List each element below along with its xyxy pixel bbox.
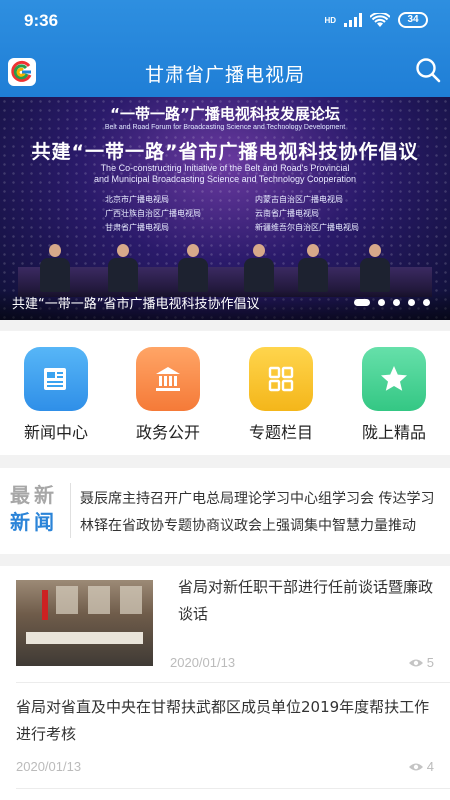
latest-news-item[interactable]: 聂辰席主持召开广电总局理论学习中心组学习会 传达学习 — [80, 488, 440, 508]
top-bar: 9:36 HD 34 甘肃省广播电视局 — [0, 0, 450, 97]
carousel-dot[interactable] — [408, 299, 415, 306]
news-views: 4 — [408, 759, 434, 774]
grid-icon — [249, 347, 313, 411]
latest-news-tag-top: 最新 — [10, 483, 58, 507]
carousel-indicator — [354, 299, 430, 306]
search-icon — [416, 58, 441, 83]
quick-link-label: 专题栏目 — [248, 423, 313, 442]
banner-headline: 共建“一带一路”省市广播电视科技协作倡议 — [31, 141, 419, 163]
signal-icon — [344, 13, 362, 27]
divider — [16, 788, 450, 789]
banner-headline-en-line: The Co-constructing Initiative of the Be… — [100, 163, 350, 173]
latest-news-item[interactable]: 林铎在省政协专题协商议政会上强调集中智慧力量推动 — [80, 515, 440, 535]
banner-carousel[interactable]: “一带一路”广播电视科技发展论坛 Belt and Road Forum for… — [0, 97, 450, 320]
wifi-icon — [370, 12, 390, 27]
org-label: 云南省广播电视局 — [255, 209, 319, 218]
person-figure — [298, 244, 328, 292]
status-time: 9:36 — [24, 11, 59, 30]
quick-link-featured-works[interactable]: 陇上精品 — [346, 347, 442, 443]
news-views: 5 — [408, 655, 434, 670]
org-label: 广西壮族自治区广播电视局 — [105, 209, 201, 218]
org-label: 内蒙古自治区广播电视局 — [255, 195, 343, 204]
quick-link-news-center[interactable]: 新闻中心 — [8, 347, 104, 443]
org-label: 甘肃省广播电视局 — [105, 223, 169, 232]
quick-link-label: 陇上精品 — [361, 423, 426, 442]
search-button[interactable] — [414, 56, 442, 84]
banner-headline-en: The Co-constructing Initiative of the Be… — [40, 163, 410, 185]
person-figure — [178, 244, 208, 292]
person-figure — [360, 244, 390, 292]
carousel-dot[interactable] — [423, 299, 430, 306]
banner-orgs-right: 内蒙古自治区广播电视局 云南省广播电视局 新疆维吾尔自治区广播电视局 — [255, 193, 359, 235]
banner-orgs-left: 北京市广播电视局 广西壮族自治区广播电视局 甘肃省广播电视局 — [105, 193, 201, 235]
person-figure — [40, 244, 70, 292]
news-view-count: 5 — [426, 655, 434, 670]
government-building-icon — [136, 347, 200, 411]
eye-icon — [408, 763, 423, 770]
news-view-count: 4 — [426, 759, 434, 774]
star-icon — [362, 347, 426, 411]
quick-link-label: 政务公开 — [135, 423, 200, 442]
eye-icon — [408, 659, 423, 666]
banner-caption: 共建“一带一路”省市广播电视科技协作倡议 — [12, 297, 260, 312]
banner-forum-title-en: Belt and Road Forum for Broadcasting Sci… — [104, 124, 346, 131]
divider — [70, 483, 71, 538]
quick-link-government-affairs[interactable]: 政务公开 — [120, 347, 216, 443]
carousel-dot[interactable] — [378, 299, 385, 306]
page-title: 甘肃省广播电视局 — [144, 64, 305, 86]
banner-forum-title: “一带一路”广播电视科技发展论坛 — [110, 105, 340, 123]
news-date: 2020/01/13 — [170, 655, 236, 670]
carousel-dot[interactable] — [393, 299, 400, 306]
org-label: 北京市广播电视局 — [105, 195, 169, 204]
divider — [16, 682, 450, 683]
news-list: 省局对新任职干部进行任前谈话暨廉政谈话 2020/01/13 5 省局对省直及中… — [0, 566, 450, 800]
carousel-dot-active[interactable] — [354, 299, 370, 306]
person-figure — [244, 244, 274, 292]
status-icons: HD 34 — [324, 12, 428, 28]
person-figure — [108, 244, 138, 292]
latest-news-tag-bottom: 新闻 — [10, 510, 58, 534]
app-bar: 甘肃省广播电视局 — [0, 44, 450, 97]
news-thumbnail — [16, 580, 153, 666]
quick-link-special-topics[interactable]: 专题栏目 — [233, 347, 329, 443]
latest-news-tag: 最新 新闻 — [10, 482, 62, 536]
newspaper-icon — [24, 347, 88, 411]
news-date: 2020/01/13 — [16, 759, 82, 774]
battery-icon: 34 — [398, 12, 428, 28]
network-type-label: HD — [324, 15, 336, 25]
news-title: 省局对新任职干部进行任前谈话暨廉政谈话 — [178, 578, 434, 623]
org-label: 新疆维吾尔自治区广播电视局 — [255, 223, 359, 232]
news-title: 省局对省直及中央在甘帮扶武都区成员单位2019年度帮扶工作进行考核 — [16, 698, 430, 743]
status-bar: 9:36 HD 34 — [0, 0, 450, 42]
banner-headline-en-line: and Municipal Broadcasting Science and T… — [93, 174, 356, 184]
quick-link-label: 新闻中心 — [23, 423, 88, 442]
quick-links: 新闻中心 政务公开 专题栏目 陇上精品 — [0, 331, 450, 455]
latest-news-ticker: 最新 新闻 聂辰席主持召开广电总局理论学习中心组学习会 传达学习 林铎在省政协专… — [0, 468, 450, 554]
